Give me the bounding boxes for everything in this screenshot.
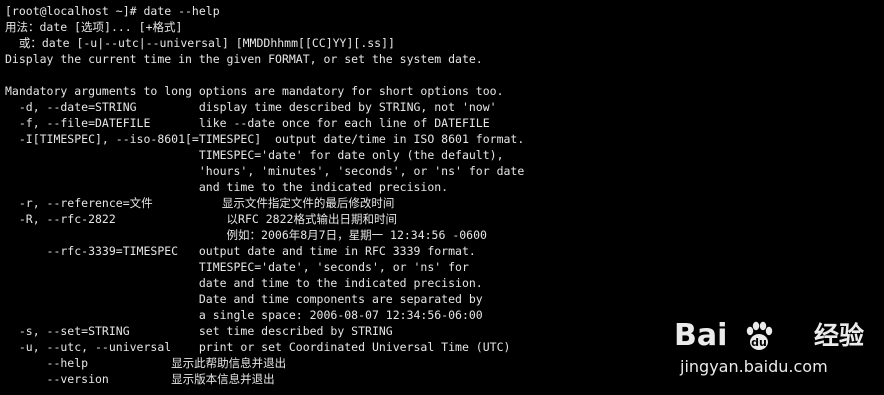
terminal-line: -R, --rfc-2822 以RFC 2822格式输出日期和时间 <box>5 212 397 226</box>
terminal-line: Date and time components are separated b… <box>5 292 483 306</box>
terminal-line: 用法：date [选项]... [+格式] <box>5 20 183 34</box>
terminal-line: -f, --file=DATEFILE like --date once for… <box>5 116 490 130</box>
terminal-line: date and time to the indicated precision… <box>5 276 483 290</box>
terminal-line: TIMESPEC='date' for date only (the defau… <box>5 148 504 162</box>
terminal-line: [root@localhost ~]# date --help <box>5 4 220 18</box>
terminal-line: -s, --set=STRING set time described by S… <box>5 324 393 338</box>
terminal-line: -I[TIMESPEC], --iso-8601[=TIMESPEC] outp… <box>5 132 525 146</box>
terminal-line: 或：date [-u|--utc|--universal] [MMDDhhmm[… <box>5 36 395 50</box>
jingyan-url: jingyan.baidu.com <box>680 357 828 376</box>
terminal-line: -d, --date=STRING display time described… <box>5 100 497 114</box>
terminal-line: --version 显示版本信息并退出 <box>5 372 275 386</box>
terminal-line: -r, --reference=文件 显示文件指定文件的最后修改时间 <box>5 196 395 210</box>
terminal-line: and time to the indicated precision. <box>5 180 449 194</box>
terminal-line: Mandatory arguments to long options are … <box>5 84 504 98</box>
terminal-line: a single space: 2006-08-07 12:34:56-06:0… <box>5 308 483 322</box>
jingyan-title: 经验 <box>814 321 865 350</box>
terminal-line: --rfc-3339=TIMESPEC output date and time… <box>5 244 476 258</box>
baidu-logo-text: Bai <box>674 318 728 353</box>
terminal-line: --help 显示此帮助信息并退出 <box>5 356 287 370</box>
terminal-line: 'hours', 'minutes', 'seconds', or 'ns' f… <box>5 164 525 178</box>
svg-text:du: du <box>751 336 767 349</box>
terminal-line: Display the current time in the given FO… <box>5 52 483 66</box>
terminal-line: TIMESPEC='date', 'seconds', or 'ns' for <box>5 260 469 274</box>
terminal-line: 例如：2006年8月7日，星期一 12:34:56 -0600 <box>5 228 487 242</box>
baidu-jingyan-watermark: Bai du 经验 jingyan.baidu.com <box>674 318 879 380</box>
terminal-line: -u, --utc, --universal print or set Coor… <box>5 340 511 354</box>
baidu-paw-icon: du <box>746 321 773 350</box>
